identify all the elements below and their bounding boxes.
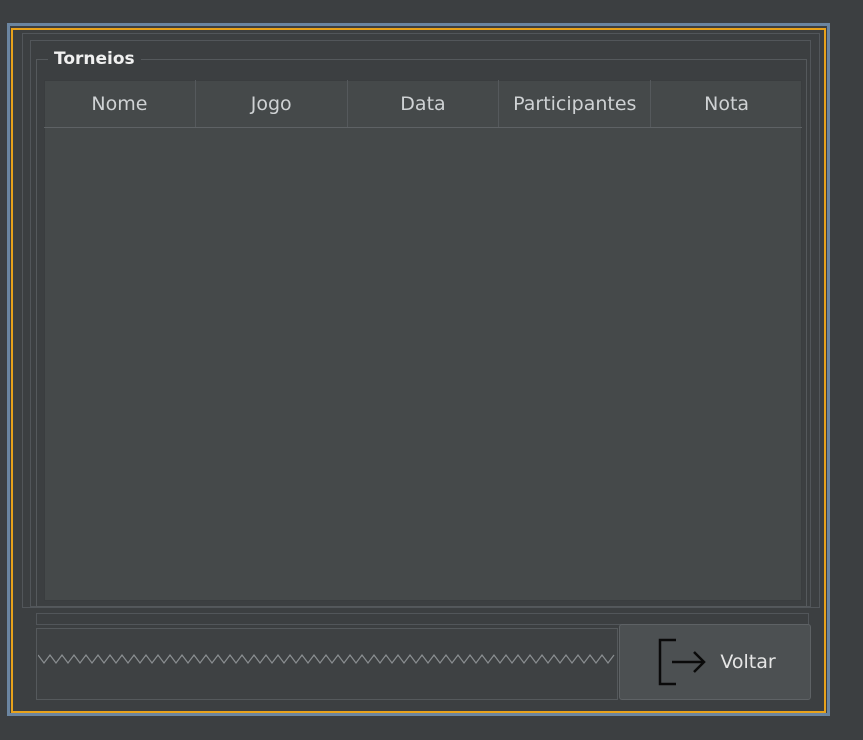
zigzag-divider (38, 654, 615, 664)
column-header-jogo[interactable]: Jogo (196, 80, 348, 127)
column-header-participantes[interactable]: Participantes (499, 80, 652, 127)
column-header-nota[interactable]: Nota (651, 80, 802, 127)
column-header-data[interactable]: Data (348, 80, 500, 127)
table-header: Nome Jogo Data Participantes Nota (44, 80, 802, 128)
panel-title: Torneios (48, 49, 141, 69)
tournaments-table[interactable] (44, 80, 802, 601)
back-button-label: Voltar (720, 651, 776, 673)
column-header-nome[interactable]: Nome (44, 80, 196, 127)
back-button[interactable]: Voltar (619, 624, 811, 700)
exit-icon (654, 632, 712, 692)
